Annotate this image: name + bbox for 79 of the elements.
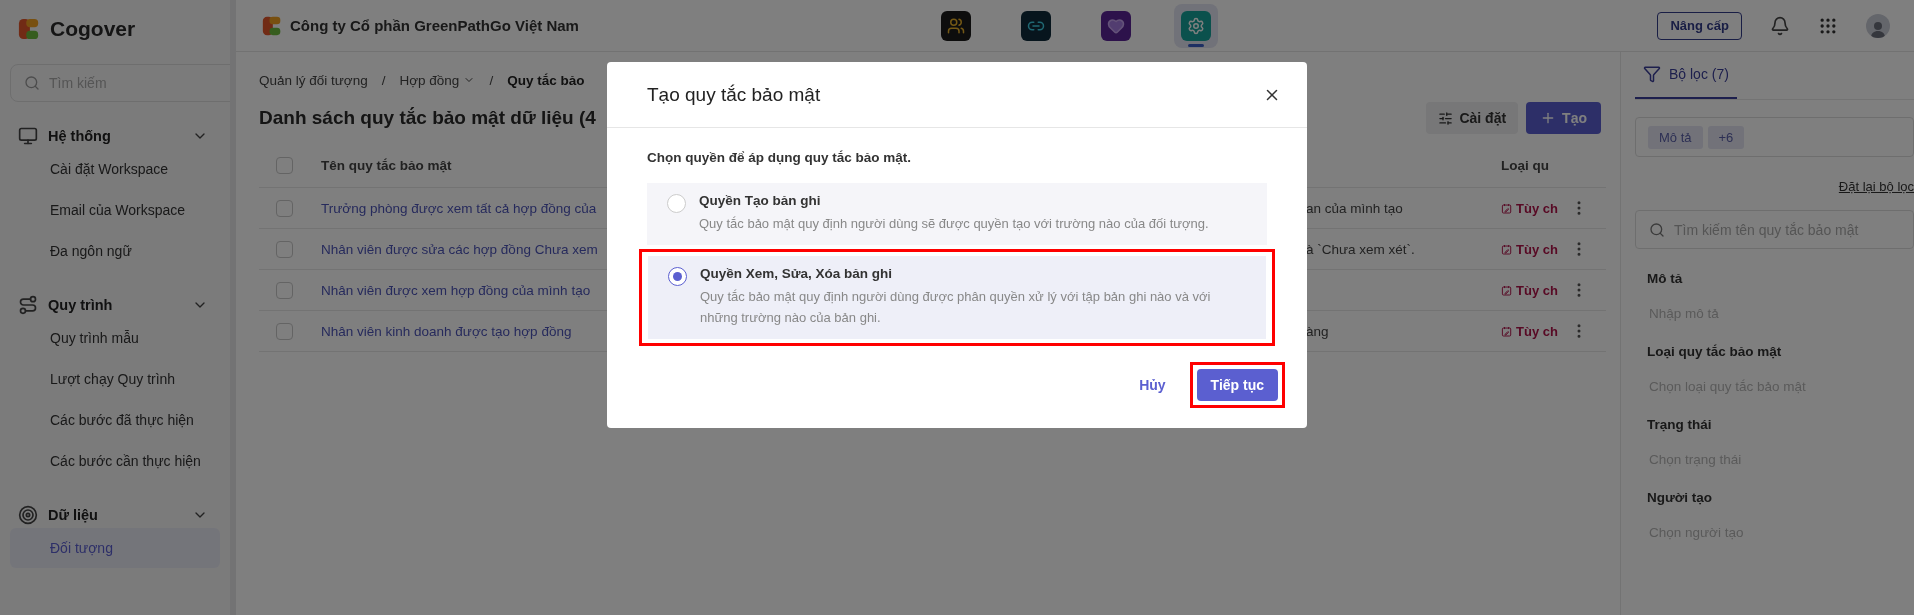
- type-tag: Tùy ch: [1501, 323, 1558, 339]
- continue-button[interactable]: Tiếp tục: [1196, 369, 1278, 401]
- type-tag: Tùy ch: [1501, 282, 1558, 298]
- search-icon: [1649, 221, 1665, 238]
- checkbox[interactable]: [276, 240, 293, 258]
- sliders-icon: [1438, 110, 1454, 126]
- table-cell: à `Chưa xem xét`.: [1306, 241, 1415, 257]
- sidebar-item[interactable]: Đối tượng: [10, 528, 220, 568]
- column-header: Loại qu: [1501, 158, 1549, 173]
- breadcrumb-link[interactable]: Quản lý đối tượng: [259, 72, 368, 88]
- field-label: Loại quy tắc bảo mật: [1646, 344, 1783, 359]
- rule-name-link[interactable]: Nhân viên kinh doanh được tạo hợp đồng: [321, 323, 572, 339]
- reset-filter-link[interactable]: Đặt lại bộ lọc: [1838, 179, 1914, 194]
- sidebar-item[interactable]: Các bước cần thực hiện: [10, 441, 220, 481]
- sidebar-group[interactable]: Hệ thống: [10, 124, 220, 148]
- search-icon: [24, 75, 40, 91]
- target-icon: [18, 505, 38, 525]
- checkbox[interactable]: [276, 281, 293, 299]
- sidebar-group[interactable]: Quy trình: [10, 293, 220, 317]
- type-tag: Tùy ch: [1501, 241, 1558, 257]
- option-description: Quy tắc bảo mật quy định người dùng sẽ được quyền tạo với trường nào của đối tượng.: [699, 215, 1209, 233]
- field-label: Người tạo: [1646, 490, 1714, 505]
- company-name: Công ty Cổ phần GreenPathGo Việt Nam: [290, 17, 579, 34]
- people-app-icon[interactable]: [941, 10, 971, 41]
- rule-name-link[interactable]: Trưởng phòng được xem tất cả hợp đồng của: [321, 200, 597, 216]
- table-cell: an của mình tạo: [1306, 200, 1403, 216]
- sidebar-item[interactable]: Email của Workspace: [10, 190, 220, 230]
- chip-field[interactable]: Mô tả +6: [1635, 117, 1914, 157]
- breadcrumb-separator: /: [381, 72, 386, 88]
- logo-icon: [18, 18, 40, 40]
- cancel-button[interactable]: Hủy: [1133, 376, 1172, 394]
- settings-button[interactable]: Cài đặt: [1426, 102, 1519, 134]
- monitor-icon: [18, 126, 38, 146]
- sidebar-group[interactable]: Dữ liệu: [10, 503, 220, 527]
- rule-name-link[interactable]: Nhân viên được xem hợp đồng của mình tạo: [321, 282, 591, 298]
- dialog-title: Tạo quy tắc bảo mật: [647, 83, 821, 106]
- sidebar-item[interactable]: Cài đặt Workspace: [10, 149, 220, 189]
- rule-name-link[interactable]: Nhân viên được sửa các hợp đồng Chưa xem: [321, 241, 598, 257]
- filter-chip: +6: [1707, 125, 1745, 149]
- create-button[interactable]: Tạo: [1526, 102, 1601, 134]
- breadcrumb-dropdown[interactable]: Hợp đồng: [399, 72, 476, 88]
- field-label: Mô tả: [1646, 271, 1684, 286]
- option-title: Quyền Tạo bản ghi: [699, 193, 822, 208]
- option-title: Quyền Xem, Sửa, Xóa bản ghi: [700, 266, 894, 281]
- route-icon: [18, 295, 38, 315]
- link-app-icon[interactable]: [1021, 10, 1051, 41]
- permission-option[interactable]: Quyền Tạo bản ghi Quy tắc bảo mật quy định người dùng sẽ được quyền tạo với trường nào của đối tượng.: [647, 183, 1267, 245]
- permission-option[interactable]: Quyền Xem, Sửa, Xóa bản ghi Quy tắc bảo mật quy định người dùng được phân quyền xử lý với tập bản ghi nào và với những trường nào của bản ghi.: [648, 256, 1266, 339]
- field-label: Trạng thái: [1646, 417, 1713, 432]
- group-label: Hệ thống: [48, 128, 112, 144]
- sidebar-item[interactable]: Quy trình mẫu: [10, 318, 220, 358]
- filter-tab[interactable]: Bộ lọc (7): [1635, 52, 1737, 99]
- sidebar-item[interactable]: Đa ngôn ngữ: [10, 231, 220, 271]
- breadcrumb-separator: /: [489, 72, 494, 88]
- heart-app-icon[interactable]: [1101, 10, 1131, 41]
- filter-chip: Mô tả: [1648, 125, 1703, 149]
- avatar[interactable]: [1866, 13, 1890, 38]
- option-description: Quy tắc bảo mật quy định người dùng được phân quyền xử lý với tập bản ghi nào và với những trường nào của bản ghi.: [700, 288, 1212, 327]
- column-header: Tên quy tắc bảo mật: [321, 158, 452, 173]
- brand-name: Cogover: [50, 17, 136, 41]
- filter-icon: [1643, 65, 1661, 83]
- upgrade-button[interactable]: Nâng cấp: [1657, 11, 1742, 40]
- gear-app-icon[interactable]: [1181, 10, 1211, 41]
- type-tag: Tùy ch: [1501, 200, 1558, 216]
- checkbox[interactable]: [276, 199, 293, 217]
- group-label: Quy trình: [48, 297, 114, 313]
- checkbox[interactable]: [276, 157, 293, 174]
- group-label: Dữ liệu: [48, 507, 99, 523]
- radio-button[interactable]: [668, 267, 687, 286]
- dialog-prompt: Chọn quyền để áp dụng quy tắc bảo mật.: [647, 150, 912, 165]
- breadcrumb-current: Quy tắc bảo: [507, 72, 585, 88]
- page-title: Danh sách quy tắc bảo mật dữ liệu (4: [259, 107, 596, 129]
- sidebar-item[interactable]: Lượt chạy Quy trình: [10, 359, 220, 399]
- sidebar-item[interactable]: Các bước đã thực hiện: [10, 400, 220, 440]
- bell-icon[interactable]: [1770, 15, 1790, 36]
- table-cell: àng: [1306, 323, 1329, 339]
- app-tab[interactable]: [1174, 3, 1218, 48]
- checkbox[interactable]: [276, 322, 293, 340]
- logo-icon: [262, 15, 282, 36]
